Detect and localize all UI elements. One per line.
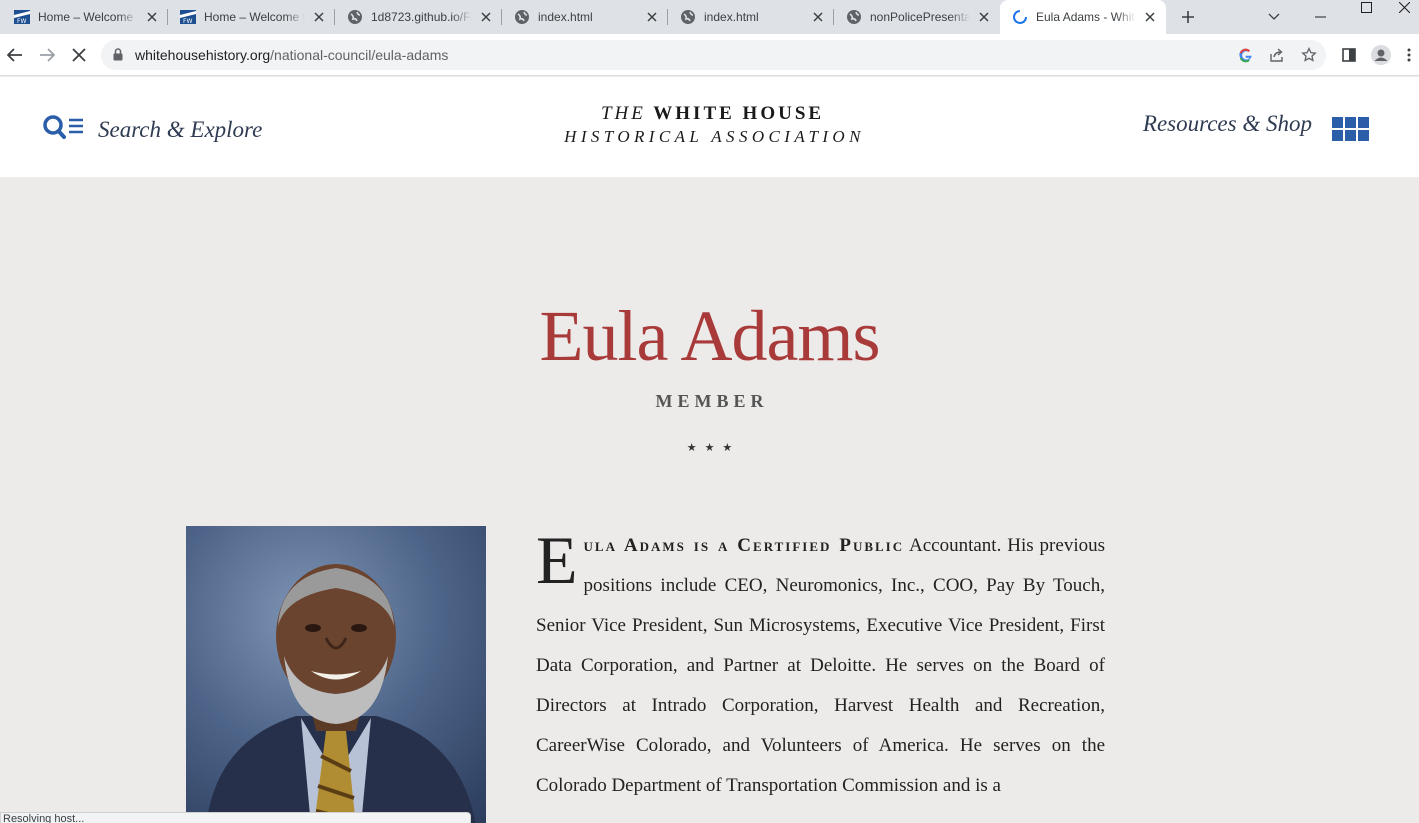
close-tab-icon[interactable] [810, 9, 826, 25]
browser-tab-3[interactable]: 1d8723.github.io/FP [335, 0, 502, 34]
globe-icon [347, 9, 363, 25]
browser-tab-2[interactable]: FW Home – Welcome to [168, 0, 335, 34]
browser-toolbar: whitehousehistory.org/national-council/e… [0, 34, 1419, 76]
globe-icon [846, 9, 862, 25]
tab-title: nonPolicePresentat [870, 10, 970, 24]
tab-title: 1d8723.github.io/FP [371, 10, 472, 24]
tab-title: index.html [538, 10, 593, 24]
close-tab-icon[interactable] [311, 9, 327, 25]
side-panel-icon[interactable] [1338, 44, 1360, 66]
back-arrow-icon[interactable] [2, 42, 28, 68]
fw-favicon-icon: FW [14, 9, 30, 25]
new-tab-icon[interactable] [1178, 7, 1198, 27]
browser-tab-5[interactable]: index.html [668, 0, 834, 34]
tab-title: Home – Welcome to [204, 10, 305, 24]
tab-title: index.html [704, 10, 759, 24]
browser-menu-icon[interactable] [1402, 44, 1416, 66]
url-path: /national-council/eula-adams [270, 47, 449, 63]
url-host: whitehousehistory.org [135, 47, 271, 63]
svg-text:FW: FW [17, 18, 26, 25]
lock-icon[interactable] [113, 48, 123, 66]
maximize-icon[interactable] [1343, 0, 1389, 24]
resources-shop-link[interactable]: Resources & Shop [1143, 111, 1312, 137]
member-role: MEMBER [655, 391, 769, 411]
profile-avatar-icon[interactable] [1370, 44, 1392, 66]
tab-search-chevron-icon[interactable] [1251, 0, 1297, 34]
stars-divider: ★★★ [686, 442, 741, 454]
browser-status-bar: Resolving host... [0, 812, 471, 823]
browser-tab-1[interactable]: FW Home – Welcome to [2, 0, 168, 34]
app-grid-menu-icon[interactable] [1332, 117, 1369, 141]
close-window-icon[interactable] [1389, 0, 1419, 24]
page-title: Eula Adams [539, 296, 881, 376]
browser-tab-6[interactable]: nonPolicePresentat [834, 0, 1000, 34]
url-text[interactable]: whitehousehistory.org/national-council/e… [135, 47, 448, 63]
close-tab-icon[interactable] [1142, 9, 1158, 25]
site-header: Search & Explore THE WHITE HOUSE HISTORI… [0, 77, 1419, 177]
browser-tab-strip: FW Home – Welcome to FW Home – Welcome t… [0, 0, 1419, 34]
logo-white-house: WHITE HOUSE [653, 103, 825, 124]
logo-the: THE [600, 103, 646, 124]
bio-lead: ula Adams is a Certified Public [583, 535, 905, 556]
close-tab-icon[interactable] [478, 9, 494, 25]
stop-loading-icon[interactable] [66, 42, 92, 68]
biography-text: Eula Adams is a Certified Public Account… [536, 526, 1105, 806]
drop-cap: E [536, 522, 578, 598]
browser-tab-4[interactable]: index.html [502, 0, 668, 34]
address-bar[interactable]: whitehousehistory.org/national-council/e… [101, 40, 1326, 70]
main-content: Eula Adams MEMBER ★★★ E ula Adams is a C… [0, 177, 1419, 823]
bio-body: Accountant. His previous positions inclu… [536, 535, 1105, 796]
minimize-icon[interactable] [1297, 0, 1343, 34]
globe-icon [680, 9, 696, 25]
forward-arrow-icon[interactable] [34, 42, 60, 68]
globe-icon [514, 9, 530, 25]
close-tab-icon[interactable] [144, 9, 160, 25]
loading-spinner-icon [1012, 9, 1028, 25]
browser-tab-active[interactable]: Eula Adams - White [1000, 0, 1166, 34]
fw-favicon-icon: FW [180, 9, 196, 25]
svg-text:FW: FW [183, 18, 192, 25]
close-tab-icon[interactable] [644, 9, 660, 25]
bookmark-star-icon[interactable] [1300, 46, 1318, 64]
portrait-photo [186, 526, 486, 823]
close-tab-icon[interactable] [976, 9, 992, 25]
tab-title: Home – Welcome to [38, 10, 138, 24]
share-icon[interactable] [1268, 46, 1286, 64]
tab-title: Eula Adams - White [1036, 10, 1136, 24]
google-translate-icon[interactable] [1236, 46, 1254, 64]
